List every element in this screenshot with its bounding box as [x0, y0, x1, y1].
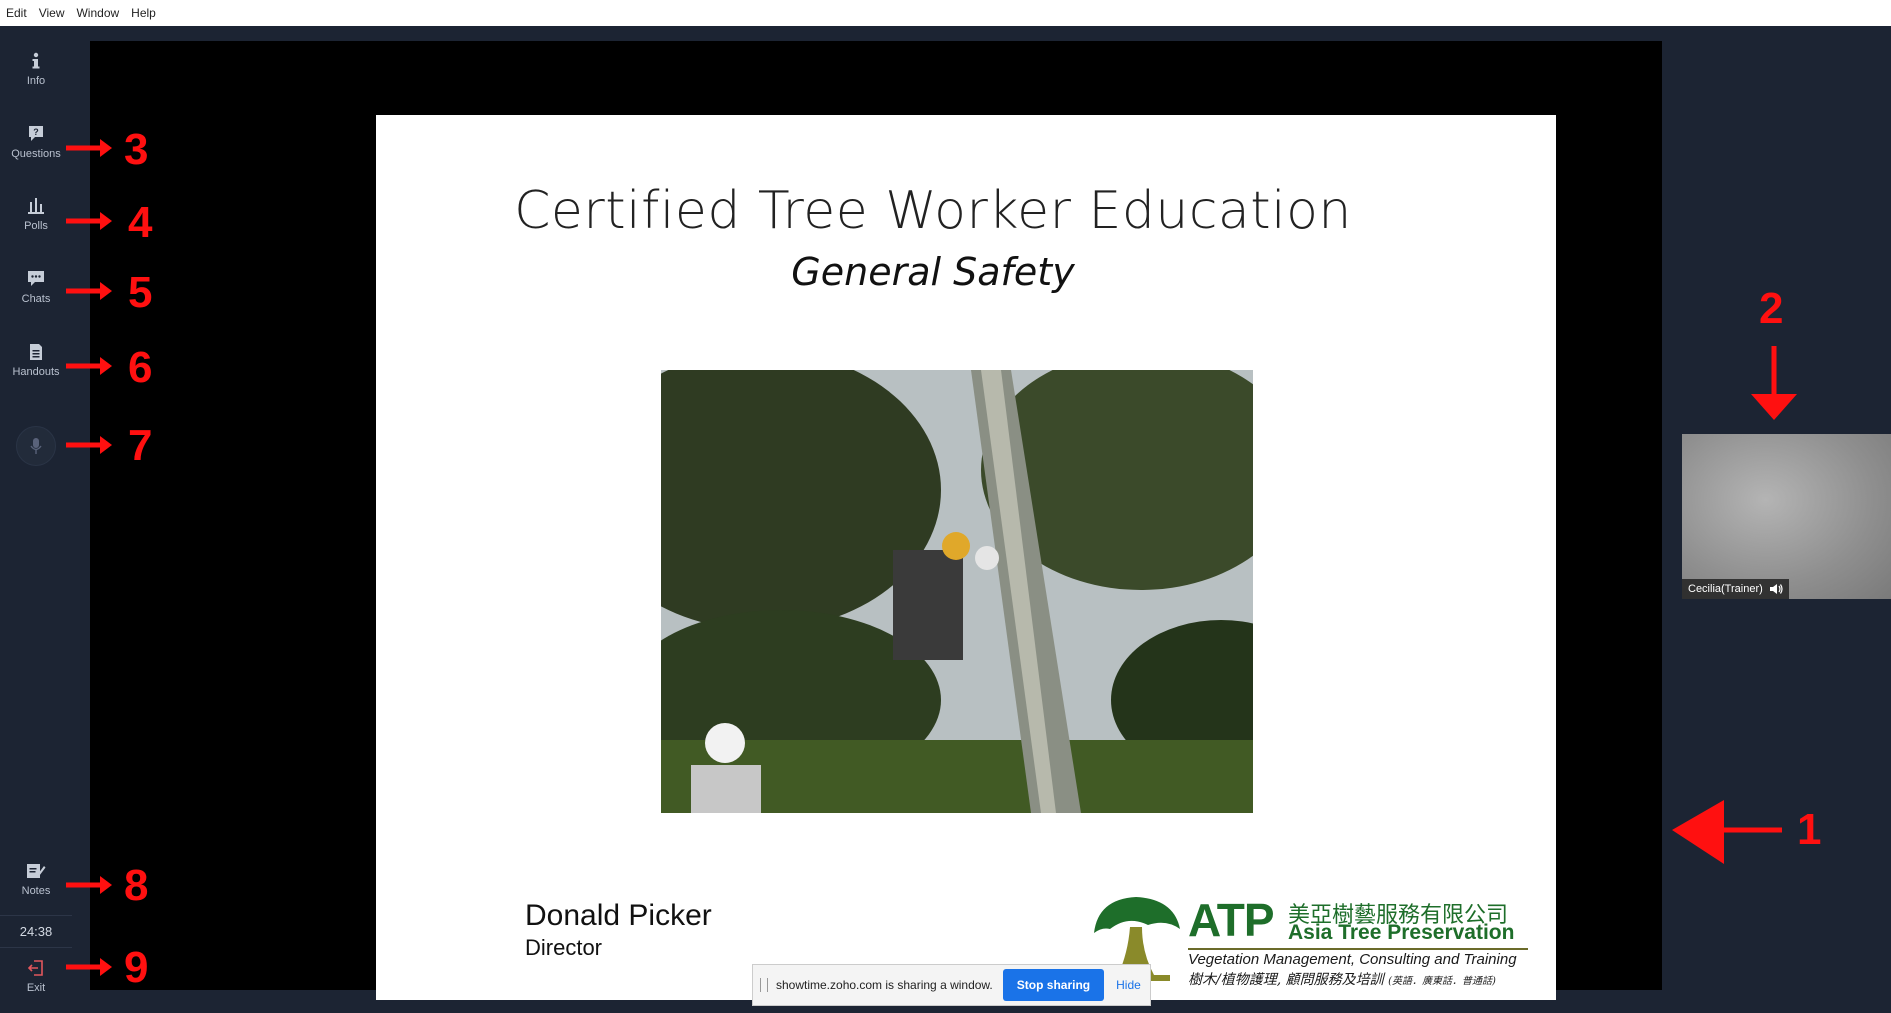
slide-photo [661, 370, 1253, 813]
divider [0, 947, 72, 948]
chat-icon [28, 271, 44, 286]
annotation-number: 3 [124, 125, 149, 174]
presenter-name: Donald Picker [525, 899, 712, 932]
sidebar-item-label: Handouts [12, 366, 60, 378]
sidebar-item-label: Notes [21, 885, 51, 897]
sidebar-item-chats[interactable]: Chats [0, 270, 72, 305]
sidebar-item-label: Questions [11, 148, 61, 160]
screen-share-bar: showtime.zoho.com is sharing a window. S… [752, 964, 1151, 1006]
annotation-number: 7 [128, 421, 153, 470]
annotation-number: 4 [128, 198, 153, 247]
presenter-role: Director [525, 935, 603, 960]
logo-chinese-tagline: 樹木/植物護理, 顧問服務及培訓 (英語．廣東話．普通話) [1188, 969, 1496, 989]
annotation-number: 1 [1797, 805, 1822, 854]
menu-edit[interactable]: Edit [6, 6, 27, 20]
atp-logo: ATP 美亞樹藝服務有限公司 Asia Tree Preservation Ve… [1088, 893, 1548, 988]
logo-languages: (英語．廣東話．普通話) [1388, 976, 1496, 987]
microphone-button[interactable] [16, 426, 56, 466]
annotation-number: 9 [124, 943, 149, 992]
speaker-icon [1769, 584, 1783, 594]
logo-abbr: ATP [1188, 894, 1275, 946]
slide: Certified Tree Worker Education General … [376, 115, 1556, 1000]
menu-help[interactable]: Help [131, 6, 156, 20]
stop-sharing-button[interactable]: Stop sharing [1002, 969, 1105, 1001]
sidebar-item-polls[interactable]: Polls [0, 197, 72, 232]
participant-name: Cecilia(Trainer) [1688, 583, 1763, 595]
logo-english-name: Asia Tree Preservation [1288, 921, 1515, 944]
notes-icon [27, 864, 46, 878]
microphone-icon [30, 438, 42, 454]
sidebar-item-label: Polls [24, 220, 48, 232]
document-icon [30, 344, 42, 360]
share-message: showtime.zoho.com is sharing a window. [776, 978, 993, 992]
sidebar-item-info[interactable]: Info [0, 52, 72, 87]
sidebar-item-label: Info [26, 75, 46, 87]
question-icon: ? [29, 126, 43, 141]
menu-window[interactable]: Window [76, 6, 119, 20]
hide-link[interactable]: Hide [1116, 978, 1141, 992]
info-icon [32, 52, 40, 69]
logo-divider [1188, 948, 1528, 950]
menu-bar: Edit View Window Help [0, 0, 1891, 26]
sidebar-item-notes[interactable]: Notes [0, 862, 72, 897]
annotation-number: 2 [1759, 284, 1784, 333]
sidebar-item-label: Chats [21, 293, 51, 305]
sidebar: Info ? Questions Polls Chats Handouts No… [0, 26, 72, 1013]
annotation-number: 8 [124, 861, 149, 910]
divider [0, 915, 72, 916]
annotation-number: 5 [128, 268, 153, 317]
bar-chart-icon [28, 198, 44, 214]
sidebar-item-handouts[interactable]: Handouts [0, 343, 72, 378]
annotation-number: 6 [128, 343, 153, 392]
menu-view[interactable]: View [39, 6, 65, 20]
participant-label: Cecilia(Trainer) [1682, 579, 1789, 599]
logo-chinese-tagline-text: 樹木/植物護理, 顧問服務及培訓 [1188, 972, 1384, 988]
session-timer: 24:38 [19, 924, 53, 939]
sidebar-item-exit[interactable]: Exit [0, 959, 72, 994]
svg-text:?: ? [33, 127, 39, 137]
sidebar-item-questions[interactable]: ? Questions [0, 125, 72, 160]
exit-icon [27, 960, 43, 976]
drag-handle-icon[interactable] [760, 978, 768, 992]
slide-title: Certified Tree Worker Education [514, 181, 1352, 241]
slide-subtitle: General Safety [791, 250, 1075, 294]
participant-video[interactable]: Cecilia(Trainer) [1682, 434, 1891, 599]
logo-tagline: Vegetation Management, Consulting and Tr… [1188, 951, 1517, 968]
presentation-stage: Certified Tree Worker Education General … [90, 41, 1662, 1000]
sidebar-item-label: Exit [26, 982, 46, 994]
